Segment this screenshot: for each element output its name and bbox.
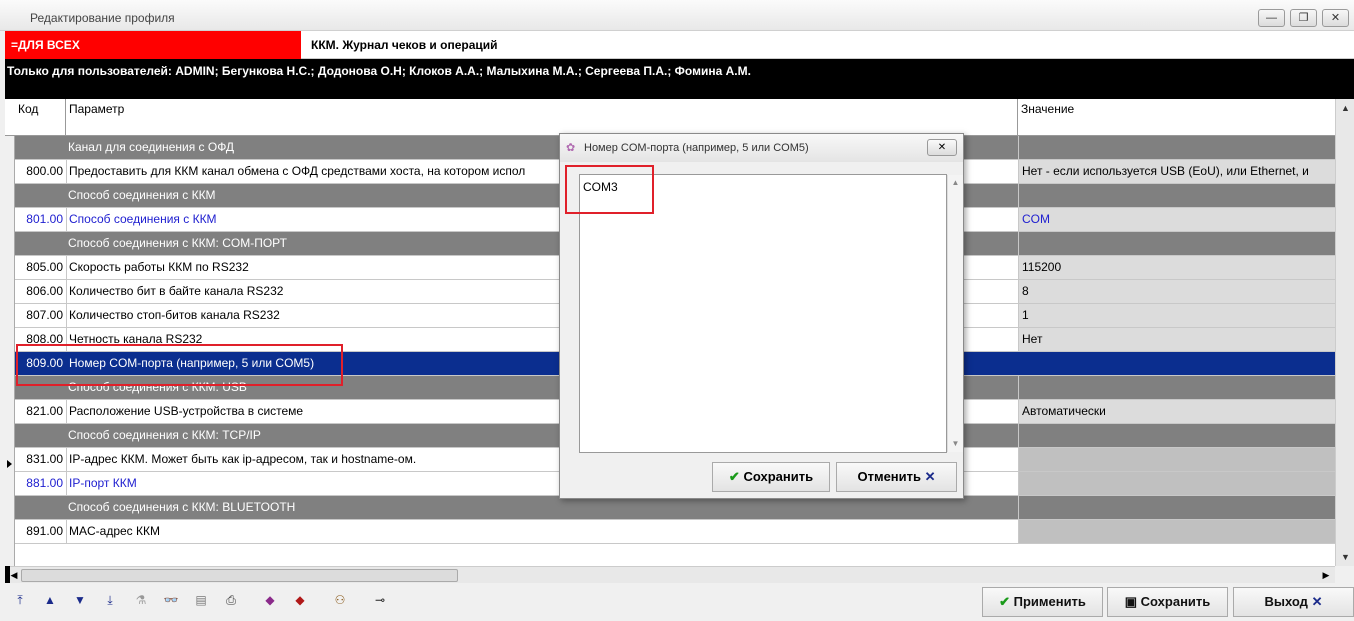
minimize-button[interactable]: — bbox=[1258, 9, 1285, 27]
scroll-up-icon[interactable]: ▲ bbox=[1338, 101, 1353, 115]
users-icon[interactable]: ⚇ bbox=[331, 591, 349, 609]
apply-label: Применить bbox=[1013, 594, 1086, 609]
scroll-down-icon[interactable]: ▼ bbox=[1338, 550, 1353, 564]
floppy-disk-icon: ▣ bbox=[1124, 594, 1138, 609]
cell-code[interactable]: 805.00 bbox=[15, 256, 66, 279]
window-title: Редактирование профиля bbox=[30, 11, 175, 25]
prev-record-icon[interactable]: ▲ bbox=[41, 591, 59, 609]
close-x-icon: ✕ bbox=[924, 469, 936, 484]
scroll-right-icon[interactable]: ▶ bbox=[1319, 568, 1333, 582]
dialog-text-scrollbar[interactable]: ▲ ▼ bbox=[947, 175, 963, 452]
group-row: Способ соединения с ККМ: BLUETOOTH bbox=[15, 496, 1335, 520]
cell-code[interactable]: 807.00 bbox=[15, 304, 66, 327]
highlight-selected-row bbox=[16, 344, 343, 386]
exit-button[interactable]: Выход ✕ bbox=[1233, 587, 1354, 617]
dialog-cancel-label: Отменить bbox=[857, 469, 921, 484]
users-restriction-line: Только для пользователей: ADMIN; Бегунко… bbox=[5, 59, 1354, 99]
save-button[interactable]: ▣ Сохранить bbox=[1107, 587, 1228, 617]
check-icon: ✔ bbox=[728, 469, 740, 484]
first-record-icon[interactable]: ⤒ bbox=[11, 591, 29, 609]
cell-code[interactable] bbox=[15, 232, 66, 255]
row-indicator-column bbox=[5, 136, 15, 566]
dialog-cancel-button[interactable]: Отменить ✕ bbox=[836, 462, 957, 492]
binoculars-icon[interactable]: 👓 bbox=[162, 591, 180, 609]
cell-code[interactable]: 881.00 bbox=[15, 472, 66, 495]
text-scroll-down-icon[interactable]: ▼ bbox=[949, 437, 962, 450]
maximize-button[interactable]: ❐ bbox=[1290, 9, 1317, 27]
cell-code[interactable] bbox=[15, 496, 66, 519]
apply-button[interactable]: ✔ Применить bbox=[982, 587, 1103, 617]
info-diamond-icon[interactable]: ◆ bbox=[261, 591, 279, 609]
column-header-code[interactable]: Код bbox=[15, 99, 66, 136]
text-scroll-up-icon[interactable]: ▲ bbox=[949, 176, 962, 189]
cell-value[interactable] bbox=[1018, 136, 1335, 159]
last-record-icon[interactable]: ⤓ bbox=[101, 591, 119, 609]
grid-header: Код Параметр Значение bbox=[5, 99, 1335, 136]
grid-vertical-scrollbar[interactable]: ▲ ▼ bbox=[1335, 99, 1354, 566]
cell-value[interactable]: 115200 bbox=[1018, 256, 1335, 279]
check-icon: ✔ bbox=[999, 594, 1010, 609]
document-icon[interactable]: ▤ bbox=[192, 591, 210, 609]
dialog-app-icon: ✿ bbox=[566, 142, 576, 154]
cell-code[interactable]: 891.00 bbox=[15, 520, 66, 543]
cell-value[interactable] bbox=[1018, 472, 1335, 495]
dialog-title: Номер COM-порта (например, 5 или COM5) bbox=[584, 142, 809, 154]
cell-value[interactable]: 1 bbox=[1018, 304, 1335, 327]
cell-value[interactable] bbox=[1018, 376, 1335, 399]
cell-value[interactable] bbox=[1018, 496, 1335, 519]
cell-value[interactable]: Нет - если используется USB (EoU), или E… bbox=[1018, 160, 1335, 183]
cell-value[interactable]: 8 bbox=[1018, 280, 1335, 303]
close-button[interactable]: ✕ bbox=[1322, 9, 1349, 27]
pin-icon[interactable]: ⊸ bbox=[371, 591, 389, 609]
horizontal-scroll-thumb[interactable] bbox=[21, 569, 458, 582]
cell-value[interactable] bbox=[1018, 352, 1335, 375]
access-group-label: =ДЛЯ ВСЕХ bbox=[5, 31, 301, 59]
cell-code[interactable] bbox=[15, 136, 66, 159]
journal-title: ККМ. Журнал чеков и операций bbox=[301, 31, 1354, 59]
current-row-arrow-icon bbox=[7, 460, 12, 468]
cell-value[interactable] bbox=[1018, 448, 1335, 471]
dialog-titlebar: ✿ Номер COM-порта (например, 5 или COM5)… bbox=[560, 134, 963, 162]
cell-code[interactable]: 831.00 bbox=[15, 448, 66, 471]
cell-value[interactable]: Автоматически bbox=[1018, 400, 1335, 423]
cell-code[interactable]: 801.00 bbox=[15, 208, 66, 231]
bottom-toolbar: ⤒ ▲ ▼ ⤓ ⚗ 👓 ▤ ⎙ ◆ ◆ ⚇ ⊸ ✔ Применить ▣ Со… bbox=[0, 585, 1354, 621]
cell-value[interactable] bbox=[1018, 232, 1335, 255]
cell-param[interactable]: MAC-адрес ККМ bbox=[66, 520, 1018, 543]
exit-label: Выход bbox=[1264, 594, 1308, 609]
cell-code[interactable] bbox=[15, 424, 66, 447]
close-x-icon: ✕ bbox=[1311, 594, 1323, 609]
cell-param[interactable]: Способ соединения с ККМ: BLUETOOTH bbox=[66, 496, 1018, 519]
cell-value[interactable]: COM bbox=[1018, 208, 1335, 231]
alert-diamond-icon[interactable]: ◆ bbox=[291, 591, 309, 609]
cell-value[interactable]: Нет bbox=[1018, 328, 1335, 351]
com-port-textarea[interactable]: COM3 ▲ ▼ bbox=[579, 174, 963, 453]
cell-code[interactable] bbox=[15, 184, 66, 207]
cell-code[interactable]: 800.00 bbox=[15, 160, 66, 183]
cell-code[interactable]: 806.00 bbox=[15, 280, 66, 303]
grid-horizontal-scrollbar[interactable]: ◀ ▶ bbox=[5, 566, 1335, 583]
table-row[interactable]: 891.00 MAC-адрес ККМ bbox=[15, 520, 1335, 544]
dialog-close-button[interactable]: ✕ bbox=[927, 139, 957, 156]
dialog-save-label: Сохранить bbox=[743, 469, 814, 484]
save-label: Сохранить bbox=[1140, 594, 1211, 609]
dialog-save-button[interactable]: ✔ Сохранить bbox=[712, 462, 830, 492]
filter-icon[interactable]: ⚗ bbox=[132, 591, 150, 609]
cell-value[interactable] bbox=[1018, 424, 1335, 447]
printer-icon[interactable]: ⎙ bbox=[222, 591, 240, 609]
cell-value[interactable] bbox=[1018, 184, 1335, 207]
grid-left-border bbox=[5, 566, 10, 583]
cell-code[interactable]: 821.00 bbox=[15, 400, 66, 423]
column-header-value[interactable]: Значение bbox=[1018, 99, 1335, 136]
cell-value[interactable] bbox=[1018, 520, 1335, 543]
window-titlebar: Редактирование профиля — ❐ ✕ bbox=[0, 0, 1354, 31]
column-header-param[interactable]: Параметр bbox=[66, 99, 1018, 136]
highlight-dialog-value bbox=[565, 165, 654, 214]
next-record-icon[interactable]: ▼ bbox=[71, 591, 89, 609]
